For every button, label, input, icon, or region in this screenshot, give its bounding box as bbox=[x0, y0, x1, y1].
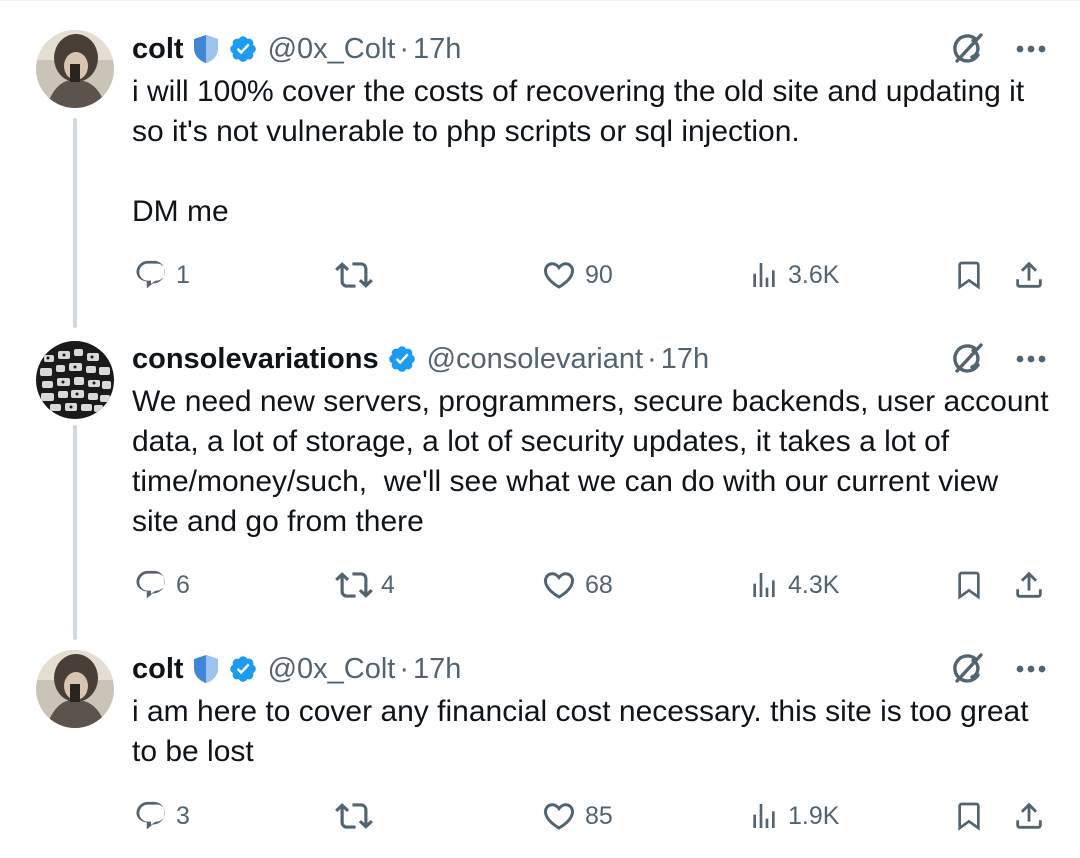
share-icon bbox=[1016, 571, 1042, 598]
verified-icon bbox=[387, 344, 417, 374]
share-icon bbox=[1016, 261, 1042, 288]
grok-icon[interactable] bbox=[948, 650, 986, 688]
views-button[interactable]: 1.9K bbox=[748, 796, 839, 836]
like-button[interactable]: 90 bbox=[541, 255, 613, 295]
verified-icon bbox=[228, 34, 258, 64]
shield-icon bbox=[192, 34, 220, 64]
bookmark-icon bbox=[958, 802, 980, 831]
views-icon bbox=[753, 263, 775, 287]
header-icons bbox=[948, 649, 1046, 689]
user-handle[interactable]: @0x_Colt bbox=[268, 653, 396, 686]
repost-button[interactable] bbox=[335, 796, 381, 836]
display-name[interactable]: colt bbox=[132, 33, 184, 66]
view-count: 1.9K bbox=[788, 801, 840, 830]
share-button[interactable] bbox=[1012, 255, 1046, 295]
separator: · bbox=[399, 652, 410, 685]
views-button[interactable]: 4.3K bbox=[748, 565, 839, 605]
bookmark-icon bbox=[958, 571, 980, 600]
user-handle[interactable]: @0x_Colt bbox=[268, 33, 396, 66]
tweet-text: i will 100% cover the costs of recoverin… bbox=[132, 75, 1025, 228]
reply-button[interactable]: 3 bbox=[134, 796, 190, 836]
share-icon bbox=[1016, 802, 1042, 829]
more-options-icon[interactable] bbox=[1016, 355, 1046, 363]
repost-count: 4 bbox=[381, 570, 395, 599]
timestamp[interactable]: 17h bbox=[413, 653, 461, 686]
reply-count: 6 bbox=[176, 570, 190, 599]
display-name[interactable]: colt bbox=[132, 653, 184, 686]
reply-button[interactable]: 1 bbox=[134, 255, 190, 295]
avatar[interactable] bbox=[36, 650, 114, 728]
like-button[interactable]: 68 bbox=[541, 565, 613, 605]
repost-button[interactable] bbox=[335, 255, 381, 295]
verified-icon bbox=[228, 654, 258, 684]
header-icons bbox=[948, 29, 1046, 69]
header-icons bbox=[948, 339, 1046, 379]
heart-icon bbox=[543, 803, 575, 830]
reply-button[interactable]: 6 bbox=[134, 565, 190, 605]
share-button[interactable] bbox=[1012, 796, 1046, 836]
action-bar: 1 90 3.6K bbox=[0, 255, 1080, 295]
bookmark-button[interactable] bbox=[953, 796, 985, 836]
tweet-text: We need new servers, programmers, secure… bbox=[132, 385, 1057, 538]
tweet[interactable]: consolevariations @consolevariant · 17h … bbox=[0, 320, 1080, 640]
user-handle[interactable]: @consolevariant bbox=[427, 343, 643, 376]
shield-icon bbox=[192, 654, 220, 684]
bookmark-button[interactable] bbox=[953, 565, 985, 605]
heart-icon bbox=[543, 262, 575, 289]
tweet-header: colt @0x_Colt · 17h bbox=[132, 649, 461, 689]
tweet-header: consolevariations @consolevariant · 17h bbox=[132, 339, 709, 379]
view-count: 3.6K bbox=[788, 260, 840, 289]
grok-icon[interactable] bbox=[948, 30, 986, 68]
like-count: 85 bbox=[585, 801, 613, 830]
view-count: 4.3K bbox=[788, 570, 840, 599]
like-count: 90 bbox=[585, 260, 613, 289]
repost-button[interactable]: 4 bbox=[335, 565, 395, 605]
grok-icon[interactable] bbox=[948, 340, 986, 378]
timestamp[interactable]: 17h bbox=[661, 343, 709, 376]
display-name[interactable]: consolevariations bbox=[132, 343, 379, 376]
reply-icon bbox=[136, 260, 166, 289]
separator: · bbox=[399, 32, 410, 65]
action-bar: 3 85 1.9K bbox=[0, 796, 1080, 836]
timestamp[interactable]: 17h bbox=[413, 33, 461, 66]
views-icon bbox=[753, 573, 775, 597]
like-count: 68 bbox=[585, 570, 613, 599]
tweet[interactable]: colt @0x_Colt · 17h i will 100% cover th… bbox=[0, 0, 1080, 320]
reply-icon bbox=[136, 570, 166, 599]
views-icon bbox=[753, 804, 775, 828]
views-button[interactable]: 3.6K bbox=[748, 255, 839, 295]
tweet-header: colt @0x_Colt · 17h bbox=[132, 29, 461, 69]
separator: · bbox=[647, 342, 657, 375]
repost-icon bbox=[335, 803, 373, 829]
repost-icon bbox=[335, 262, 373, 288]
more-options-icon[interactable] bbox=[1016, 45, 1046, 53]
avatar[interactable] bbox=[36, 30, 114, 108]
bookmark-icon bbox=[958, 261, 980, 290]
reply-count: 3 bbox=[176, 801, 190, 830]
reply-icon bbox=[136, 801, 166, 830]
bookmark-button[interactable] bbox=[953, 255, 985, 295]
more-options-icon[interactable] bbox=[1016, 665, 1046, 673]
action-bar: 6 4 68 4.3K bbox=[0, 565, 1080, 605]
heart-icon bbox=[543, 572, 575, 599]
repost-icon bbox=[335, 572, 373, 598]
tweet-text: i am here to cover any financial cost ne… bbox=[132, 695, 1037, 768]
avatar[interactable] bbox=[36, 341, 114, 419]
like-button[interactable]: 85 bbox=[541, 796, 613, 836]
share-button[interactable] bbox=[1012, 565, 1046, 605]
tweet[interactable]: colt @0x_Colt · 17h i am here to cover a… bbox=[0, 640, 1080, 858]
reply-count: 1 bbox=[176, 260, 190, 289]
